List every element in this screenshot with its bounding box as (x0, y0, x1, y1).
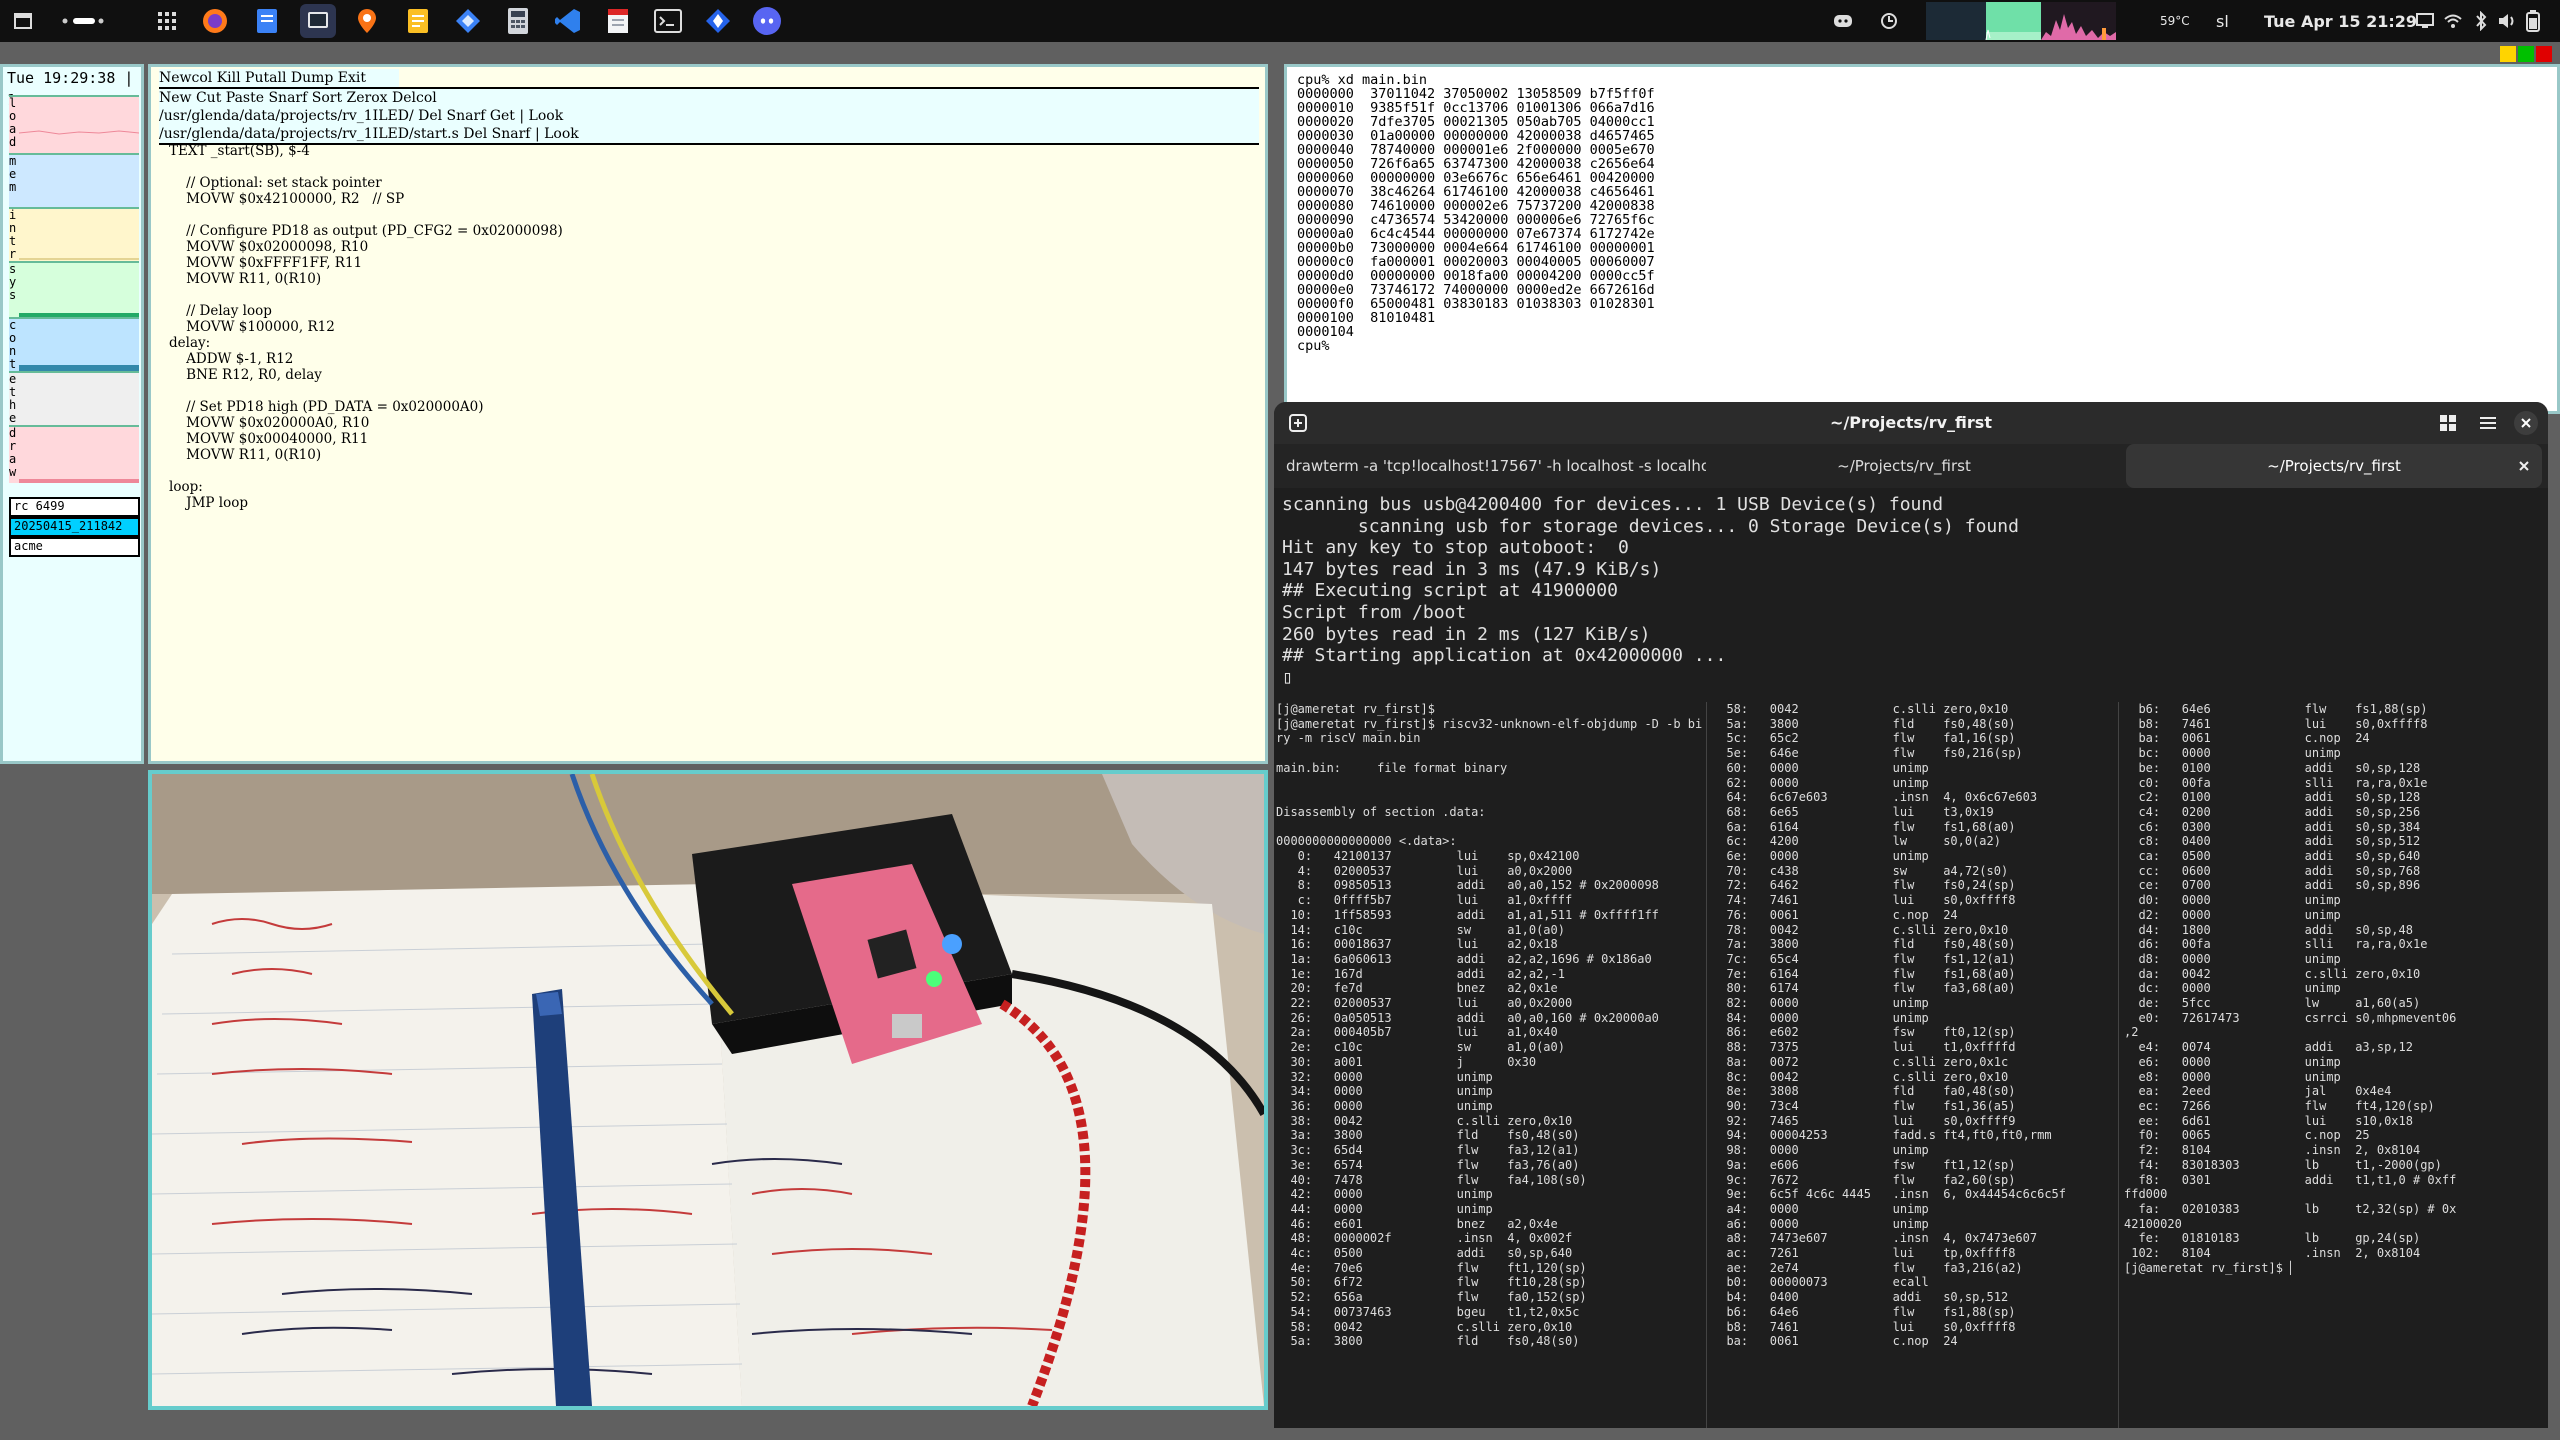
window-tag-screenshot[interactable]: 20250415_211842 (9, 517, 140, 537)
acme-window-tag-file[interactable]: /usr/glenda/data/projects/rv_1ILED/start… (159, 125, 1259, 145)
objdump-pane-2[interactable]: 58: 0042 c.slli zero,0x10 5a: 3800 fld f… (1712, 702, 2114, 1428)
acme-window: Newcol Kill Putall Dump Exit New Cut Pas… (148, 64, 1268, 764)
stat-label-s: s (9, 262, 17, 276)
stat-label-a: a (9, 122, 17, 136)
objdump-pane-3[interactable]: b6: 64e6 flw fs1,88(sp) b8: 7461 lui s0,… (2124, 702, 2544, 1428)
stat-label-i: i (9, 208, 17, 222)
vscode-blue-diamond-icon[interactable] (453, 6, 483, 36)
hexdump-output[interactable]: cpu% xd main.bin 0000000 37011042 370500… (1297, 73, 1655, 353)
stat-label-r: r (9, 247, 17, 261)
stat-label-m2: m (9, 180, 17, 194)
source-code[interactable]: TEXT _start(SB), $-4 // Optional: set st… (169, 143, 563, 511)
terminal-tab-bar: drawterm -a 'tcp!localhost!17567' -h loc… (1274, 444, 2548, 488)
rc-hexdump-window: cpu% xd main.bin 0000000 37011042 370500… (1284, 64, 2560, 414)
terminal-window: ~/Projects/rv_first drawterm -a 'tcp!loc… (1274, 402, 2548, 1428)
mem-graph (9, 153, 139, 207)
stats-tag[interactable]: Tue 19:29:38 | 1 (3, 67, 141, 109)
close-window-button[interactable] (2514, 411, 2538, 435)
app-grid-icon[interactable] (152, 6, 182, 36)
pane-divider-1[interactable] (1706, 702, 1707, 1428)
discord-tray-icon[interactable] (1828, 6, 1858, 36)
vscode-icon[interactable] (553, 6, 583, 36)
firefox-icon[interactable] (200, 6, 230, 36)
stat-label-e3: e (9, 411, 17, 425)
context-graph (9, 317, 139, 371)
stat-label-h: h (9, 398, 17, 412)
map-pin-icon[interactable] (352, 6, 382, 36)
stat-label-e2: e (9, 372, 17, 386)
stat-label-r2: r (9, 439, 17, 453)
draw-graph (9, 425, 139, 483)
stat-label-t: t (9, 234, 17, 248)
discord-icon[interactable] (752, 6, 782, 36)
drawterm-window-controls[interactable] (2500, 46, 2556, 62)
objdump-pane-1[interactable]: [j@ameretat rv_first]$ [j@ameretat rv_fi… (1276, 702, 1702, 1428)
window-tag-acme[interactable]: acme (9, 537, 140, 557)
stat-label-e: e (9, 167, 17, 181)
stats-column: Tue 19:29:38 | 1 l o a d m e m i n t r s… (0, 64, 144, 764)
terminal-header: ~/Projects/rv_first (1274, 402, 2548, 444)
stat-label-t2: t (9, 357, 17, 371)
stat-label-l: l (9, 96, 17, 110)
acme-main-tag[interactable]: Newcol Kill Putall Dump Exit (159, 69, 399, 87)
stat-label-o: o (9, 109, 17, 123)
tab-drawterm[interactable]: drawterm -a 'tcp!localhost!17567' -h loc… (1274, 444, 1706, 488)
battery-icon[interactable] (2518, 6, 2548, 36)
stat-label-a2: a (9, 452, 17, 466)
boot-log[interactable]: scanning bus usb@4200400 for devices... … (1282, 494, 2019, 688)
menu-icon[interactable] (2478, 413, 2498, 433)
pane-divider-2[interactable] (2118, 702, 2119, 1428)
clock[interactable]: Tue Apr 15 21:29 (2264, 0, 2417, 42)
stat-label-w: w (9, 465, 17, 479)
stat-label-t3: t (9, 385, 17, 399)
desk-photo (152, 774, 1264, 1406)
update-tray-icon[interactable] (1874, 6, 1904, 36)
stat-label-y: y (9, 275, 17, 289)
stat-label-n2: n (9, 344, 17, 358)
text-editor-icon[interactable] (403, 6, 433, 36)
stat-label-m: m (9, 154, 17, 168)
stat-label-d: d (9, 135, 17, 149)
stat-label-o2: o (9, 331, 17, 345)
stat-label-s2: s (9, 288, 17, 302)
acme-window-tag-directory[interactable]: /usr/glenda/data/projects/rv_1ILED/ Del … (159, 107, 1259, 127)
wifi-icon[interactable] (2438, 6, 2468, 36)
keyboard-layout[interactable]: sl (2216, 0, 2229, 42)
close-tab-icon[interactable] (2514, 456, 2534, 476)
sys-graph (9, 261, 139, 317)
load-graph (9, 95, 140, 153)
tab-rv-first-1[interactable]: ~/Projects/rv_first (1694, 444, 2114, 488)
acme-column-tag[interactable]: New Cut Paste Snarf Sort Zerox Delcol (159, 87, 1259, 109)
terminal-title: ~/Projects/rv_first (1830, 413, 1992, 432)
stat-label-d2: d (9, 426, 17, 440)
photo-window (148, 770, 1268, 1410)
window-tag-rc[interactable]: rc 6499 (9, 497, 140, 517)
system-monitor-graph[interactable] (1926, 2, 2116, 41)
cpu-temp: 59°C (2160, 14, 2190, 28)
calculator-icon[interactable] (503, 6, 533, 36)
screen-icon[interactable] (2410, 6, 2440, 36)
terminal-icon[interactable] (653, 6, 683, 36)
workspace-indicator-icon[interactable] (60, 6, 110, 36)
ether-graph (9, 371, 139, 425)
document-viewer-icon[interactable] (603, 6, 633, 36)
taskbar: 59°C sl Tue Apr 15 21:29 (0, 0, 2560, 42)
stat-label-n: n (9, 221, 17, 235)
app-diamond-icon[interactable] (703, 6, 733, 36)
tab-rv-first-2-active[interactable]: ~/Projects/rv_first (2126, 444, 2542, 488)
intr-graph (9, 207, 139, 261)
files-icon[interactable] (252, 6, 282, 36)
launcher-icon[interactable] (8, 6, 38, 36)
drawterm-icon[interactable] (300, 4, 336, 38)
stat-label-c: c (9, 318, 17, 332)
tab-overview-icon[interactable] (2438, 413, 2458, 433)
